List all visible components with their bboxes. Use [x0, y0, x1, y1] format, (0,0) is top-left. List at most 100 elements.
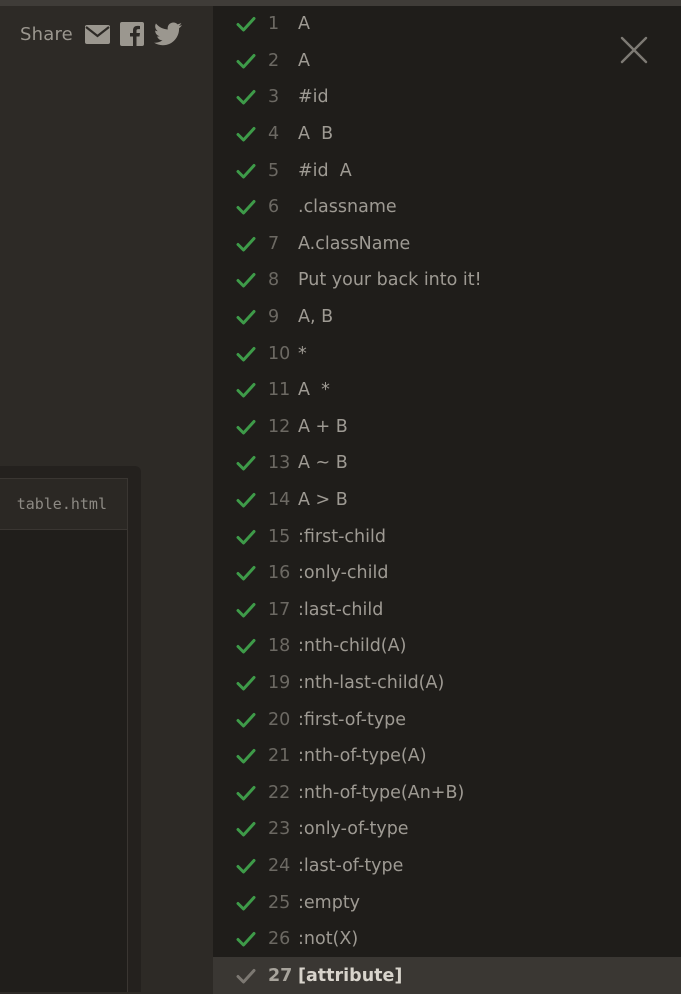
level-name: Put your back into it! — [298, 270, 482, 291]
level-name: :nth-child(A) — [298, 636, 407, 657]
share-bar: Share — [20, 20, 182, 48]
checkmark-icon — [236, 565, 256, 581]
level-name: A B — [298, 124, 334, 145]
level-item[interactable]: 23:only-of-type — [213, 811, 681, 848]
level-item[interactable]: 9 A, B — [213, 299, 681, 336]
level-name: :not(X) — [298, 929, 359, 950]
checkmark-icon — [236, 236, 256, 252]
level-name: * — [298, 343, 307, 364]
level-item[interactable]: 21 :nth-of-type(A) — [213, 738, 681, 775]
facebook-icon[interactable] — [119, 22, 144, 46]
level-name: :only-of-type — [298, 819, 409, 840]
level-number: 8 — [268, 270, 280, 291]
level-menu: 1 A 2 A 3 #id 4 A B 5 #id A 6 .classname 7 A.classNam… — [213, 6, 681, 994]
checkmark-icon — [236, 89, 256, 105]
level-item[interactable]: 22 :nth-of-type(An+B) — [213, 774, 681, 811]
checkmark-icon — [236, 346, 256, 362]
level-name: :empty — [298, 892, 361, 913]
level-number: 5 — [268, 160, 280, 181]
level-item[interactable]: 17 :last-child — [213, 592, 681, 629]
level-name: :last-child — [298, 599, 384, 620]
level-number: 27 — [268, 965, 293, 986]
level-number: 18 — [268, 636, 291, 657]
level-number: 13 — [268, 453, 291, 474]
level-item[interactable]: 3 #id — [213, 79, 681, 116]
editor-file-tab[interactable]: table.html — [0, 478, 128, 530]
level-item-current[interactable]: 27 [attribute] — [213, 957, 681, 994]
level-name: :first-of-type — [298, 709, 407, 730]
level-number: 25 — [268, 892, 291, 913]
level-list: 1 A 2 A 3 #id 4 A B 5 #id A 6 .classname 7 A.classNam… — [213, 6, 681, 994]
close-icon[interactable] — [620, 36, 648, 64]
level-number: 16 — [268, 563, 291, 584]
level-item[interactable]: 2A — [213, 43, 681, 80]
level-item[interactable]: 6 .classname — [213, 189, 681, 226]
level-number: 21 — [268, 746, 291, 767]
level-number: 11 — [268, 380, 291, 401]
level-item[interactable]: 15 :first-child — [213, 518, 681, 555]
checkmark-icon — [236, 858, 256, 874]
level-number: 2 — [268, 50, 280, 71]
level-name: A, B — [298, 307, 334, 328]
level-item[interactable]: 18 :nth-child(A) — [213, 628, 681, 665]
level-item[interactable]: 25 :empty — [213, 884, 681, 921]
level-number: 15 — [268, 526, 291, 547]
level-name: :nth-of-type(An+B) — [298, 782, 465, 803]
level-name: :last-of-type — [298, 855, 404, 876]
checkmark-icon — [236, 712, 256, 728]
level-name: :first-child — [298, 526, 386, 547]
checkmark-icon — [236, 968, 256, 984]
level-item[interactable]: 8 Put your back into it! — [213, 262, 681, 299]
checkmark-icon — [236, 492, 256, 508]
level-item[interactable]: 4 A B — [213, 116, 681, 153]
email-icon[interactable] — [84, 24, 110, 44]
checkmark-icon — [236, 529, 256, 545]
checkmark-icon — [236, 16, 256, 32]
level-item[interactable]: 14 A > B — [213, 482, 681, 519]
level-number: 22 — [268, 782, 291, 803]
level-number: 10 — [268, 343, 291, 364]
checkmark-icon — [236, 163, 256, 179]
level-name: A * — [298, 380, 330, 401]
level-item[interactable]: 7 A.className — [213, 226, 681, 263]
level-number: 7 — [268, 233, 280, 254]
level-item[interactable]: 20 :first-of-type — [213, 701, 681, 738]
twitter-icon[interactable] — [153, 22, 182, 46]
level-item[interactable]: 1A — [213, 6, 681, 43]
checkmark-icon — [236, 638, 256, 654]
level-number: 1 — [268, 14, 280, 35]
level-name: A — [298, 14, 310, 35]
level-name: :nth-last-child(A) — [298, 672, 445, 693]
level-number: 20 — [268, 709, 291, 730]
checkmark-icon — [236, 53, 256, 69]
checkmark-icon — [236, 895, 256, 911]
level-item[interactable]: 19 :nth-last-child(A) — [213, 665, 681, 702]
level-name: :only-child — [298, 563, 389, 584]
level-item[interactable]: 16 :only-child — [213, 555, 681, 592]
level-item[interactable]: 5 #id A — [213, 152, 681, 189]
level-number: 17 — [268, 599, 291, 620]
level-item[interactable]: 10 * — [213, 335, 681, 372]
level-name: A — [298, 50, 310, 71]
level-item[interactable]: 12 A + B — [213, 409, 681, 446]
level-name: A ~ B — [298, 453, 348, 474]
level-number: 3 — [268, 87, 280, 108]
level-item[interactable]: 11 A * — [213, 372, 681, 409]
level-number: 19 — [268, 672, 291, 693]
level-item[interactable]: 26 :not(X) — [213, 921, 681, 958]
checkmark-icon — [236, 675, 256, 691]
checkmark-icon — [236, 602, 256, 618]
html-editor-body — [0, 530, 128, 992]
level-name: [attribute] — [298, 965, 403, 986]
checkmark-icon — [236, 272, 256, 288]
level-number: 12 — [268, 416, 291, 437]
share-label: Share — [20, 23, 73, 45]
level-name: A + B — [298, 416, 348, 437]
level-name: A.className — [298, 233, 411, 254]
level-name: :nth-of-type(A) — [298, 746, 427, 767]
level-item[interactable]: 24:last-of-type — [213, 848, 681, 885]
level-number: 9 — [268, 307, 280, 328]
level-item[interactable]: 13 A ~ B — [213, 445, 681, 482]
checkmark-icon — [236, 821, 256, 837]
level-number: 26 — [268, 929, 291, 950]
